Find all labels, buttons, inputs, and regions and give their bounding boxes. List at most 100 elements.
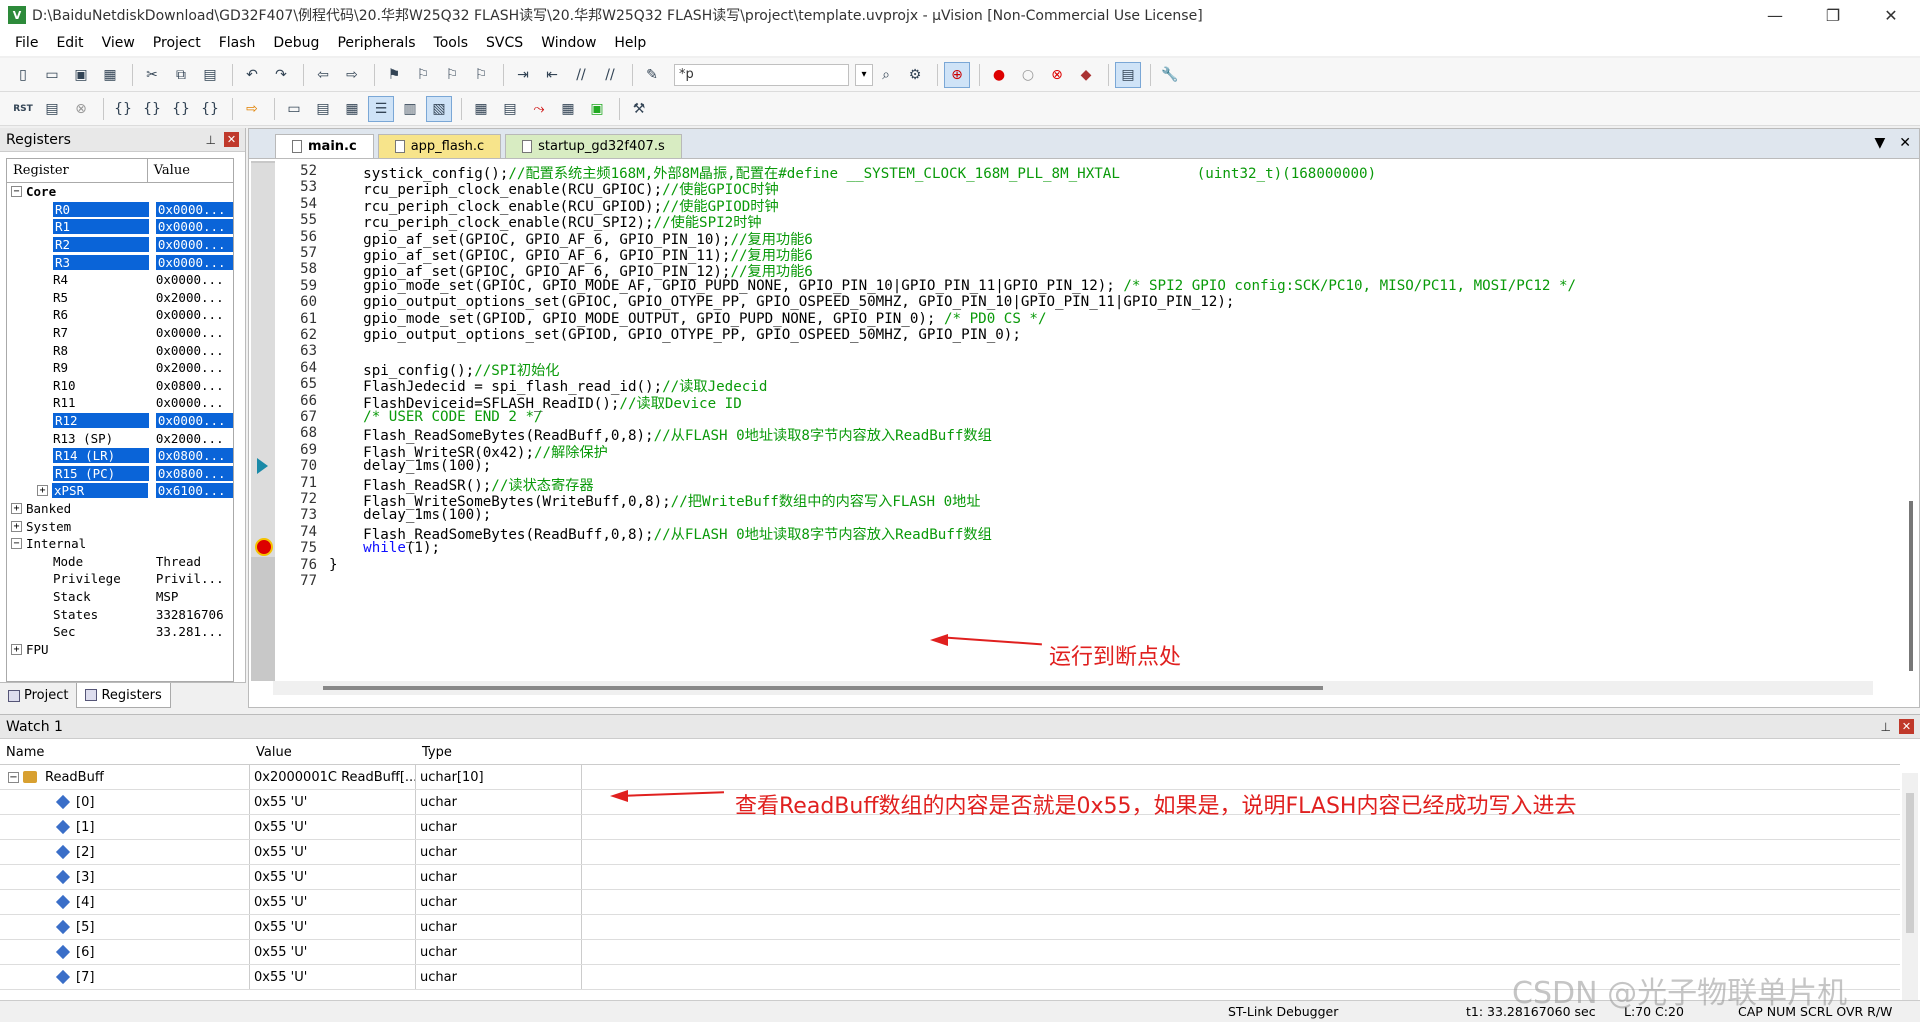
code-line[interactable]: delay_1ms(100); <box>329 458 491 474</box>
bookmark-icon[interactable]: ⚑ <box>381 62 407 88</box>
menu-window[interactable]: Window <box>532 35 605 51</box>
register-value[interactable]: 0x0000... <box>155 219 233 235</box>
find-icon[interactable]: ⌕ <box>873 62 899 88</box>
register-row[interactable]: R2 0x0000... <box>7 236 233 254</box>
comment-icon[interactable]: // <box>568 62 594 88</box>
watch-row[interactable]: [2] 0x55 'U' uchar <box>0 840 1900 865</box>
navigate-back-icon[interactable]: ⇦ <box>310 62 336 88</box>
menu-view[interactable]: View <box>93 35 144 51</box>
navigate-forward-icon[interactable]: ⇨ <box>339 62 365 88</box>
register-value[interactable]: Privil... <box>156 571 233 586</box>
register-value[interactable]: 0x0000... <box>156 343 233 358</box>
register-row[interactable]: R8 0x0000... <box>7 341 233 359</box>
register-value[interactable]: 0x0000... <box>156 395 233 410</box>
register-row[interactable]: Sec 33.281... <box>7 623 233 641</box>
breakpoint-disable-all-icon[interactable]: ◆ <box>1073 62 1099 88</box>
register-value[interactable]: 0x0000... <box>155 254 233 270</box>
register-value[interactable]: 0x0000... <box>155 237 233 253</box>
code-line[interactable]: gpio_output_options_set(GPIOC, GPIO_OTYP… <box>329 294 1234 310</box>
stop-icon[interactable]: ⊗ <box>68 96 94 122</box>
menu-debug[interactable]: Debug <box>264 35 328 51</box>
code-line[interactable]: while(1); <box>329 540 440 556</box>
register-row[interactable]: + xPSR 0x6100... <box>7 482 233 500</box>
register-column-header[interactable]: Register <box>7 159 148 182</box>
register-row[interactable]: R7 0x0000... <box>7 324 233 342</box>
register-value[interactable]: 332816706 <box>156 607 233 622</box>
collapse-icon[interactable]: − <box>11 186 22 198</box>
register-row[interactable]: R10 0x0800... <box>7 377 233 395</box>
menu-flash[interactable]: Flash <box>210 35 265 51</box>
code-area[interactable]: 52 systick_config();//配置系统主频168M,外部8M晶振,… <box>249 161 1919 681</box>
vertical-scrollbar[interactable] <box>1902 773 1918 1001</box>
new-file-icon[interactable]: ▯ <box>10 62 36 88</box>
registers-window-icon[interactable]: ☰ <box>368 95 394 122</box>
chevron-down-icon[interactable]: ▾ <box>855 63 873 86</box>
restore-icon[interactable]: ❐ <box>1804 0 1862 30</box>
breakpoint-disable-icon[interactable]: ○ <box>1015 62 1041 88</box>
register-row[interactable]: Mode Thread <box>7 552 233 570</box>
menu-project[interactable]: Project <box>144 35 210 51</box>
register-row[interactable]: Stack MSP <box>7 588 233 606</box>
copy-icon[interactable]: ⧉ <box>168 62 194 88</box>
collapse-icon[interactable]: − <box>11 538 22 550</box>
watch-value[interactable]: 0x55 'U' <box>250 815 416 839</box>
next-bookmark-icon[interactable]: ⚐ <box>439 62 465 88</box>
pin-icon[interactable]: ⊥ <box>1881 720 1891 734</box>
serial-window-icon[interactable]: ▤ <box>497 96 523 122</box>
register-row[interactable]: States 332816706 <box>7 605 233 623</box>
disassembly-window-icon[interactable]: ▤ <box>310 96 336 122</box>
code-line[interactable]: /* USER CODE END 2 */ <box>329 409 542 425</box>
expand-icon[interactable]: + <box>11 643 22 655</box>
symbols-window-icon[interactable]: ▦ <box>339 96 365 122</box>
system-viewer-icon[interactable]: ▣ <box>584 96 610 122</box>
type-column-header[interactable]: Type <box>416 745 582 760</box>
watch-row[interactable]: − ReadBuff 0x2000001C ReadBuff[... uchar[10… <box>0 765 1900 790</box>
code-line[interactable]: } <box>329 557 338 573</box>
register-value[interactable]: 0x2000... <box>156 290 233 305</box>
redo-icon[interactable]: ↷ <box>268 62 294 88</box>
menu-edit[interactable]: Edit <box>47 35 92 51</box>
register-row[interactable]: + FPU <box>7 640 233 658</box>
close-icon[interactable]: ✕ <box>1862 0 1920 30</box>
window-layout-icon[interactable]: ▤ <box>1115 61 1141 88</box>
register-row[interactable]: + Banked <box>7 500 233 518</box>
tab-main-c[interactable]: main.c <box>275 134 374 158</box>
register-row[interactable]: R0 0x0000... <box>7 201 233 219</box>
toolbox-icon[interactable]: ⚒ <box>626 96 652 122</box>
memory-window-icon[interactable]: ▦ <box>468 96 494 122</box>
pin-icon[interactable]: ⊥ <box>206 133 216 147</box>
save-icon[interactable]: ▣ <box>68 62 94 88</box>
watch-row[interactable]: [6] 0x55 'U' uchar <box>0 940 1900 965</box>
clear-bookmarks-icon[interactable]: ⚐ <box>468 62 494 88</box>
watch-value[interactable]: 0x55 'U' <box>250 840 416 864</box>
scrollbar-thumb[interactable] <box>1906 793 1914 933</box>
register-value[interactable]: 0x0000... <box>156 307 233 322</box>
register-row[interactable]: Privilege Privil... <box>7 570 233 588</box>
minimize-icon[interactable]: — <box>1746 0 1804 30</box>
register-value[interactable]: 0x0000... <box>155 201 233 217</box>
indent-icon[interactable]: ⇥ <box>510 62 536 88</box>
register-row[interactable]: R5 0x2000... <box>7 289 233 307</box>
trace-window-icon[interactable]: ▦ <box>555 96 581 122</box>
run-to-cursor-icon[interactable]: {} <box>197 96 223 122</box>
tab-list-icon[interactable]: ▼ <box>1874 135 1885 151</box>
configure-wrench-icon[interactable]: 🔧 <box>1157 62 1183 88</box>
save-all-icon[interactable]: ▦ <box>97 62 123 88</box>
register-row[interactable]: R4 0x0000... <box>7 271 233 289</box>
menu-help[interactable]: Help <box>605 35 655 51</box>
register-value[interactable]: 0x0000... <box>156 325 233 340</box>
register-row[interactable]: R13 (SP) 0x2000... <box>7 429 233 447</box>
value-column-header[interactable]: Value <box>250 745 416 760</box>
register-row[interactable]: R3 0x0000... <box>7 253 233 271</box>
code-line[interactable]: gpio_mode_set(GPIOC, GPIO_MODE_AF, GPIO_… <box>329 278 1576 294</box>
prev-bookmark-icon[interactable]: ⚐ <box>410 62 436 88</box>
register-row[interactable]: − Internal <box>7 535 233 553</box>
register-value[interactable]: 0x0000... <box>155 413 233 429</box>
command-window-icon[interactable]: ▭ <box>281 96 307 122</box>
register-row[interactable]: + System <box>7 517 233 535</box>
menu-peripherals[interactable]: Peripherals <box>328 35 424 51</box>
vertical-scrollbar[interactable] <box>1909 201 1915 681</box>
tab-startup-s[interactable]: startup_gd32f407.s <box>505 134 682 158</box>
register-value[interactable]: 0x2000... <box>156 360 233 375</box>
register-value[interactable]: 0x0800... <box>155 465 233 481</box>
